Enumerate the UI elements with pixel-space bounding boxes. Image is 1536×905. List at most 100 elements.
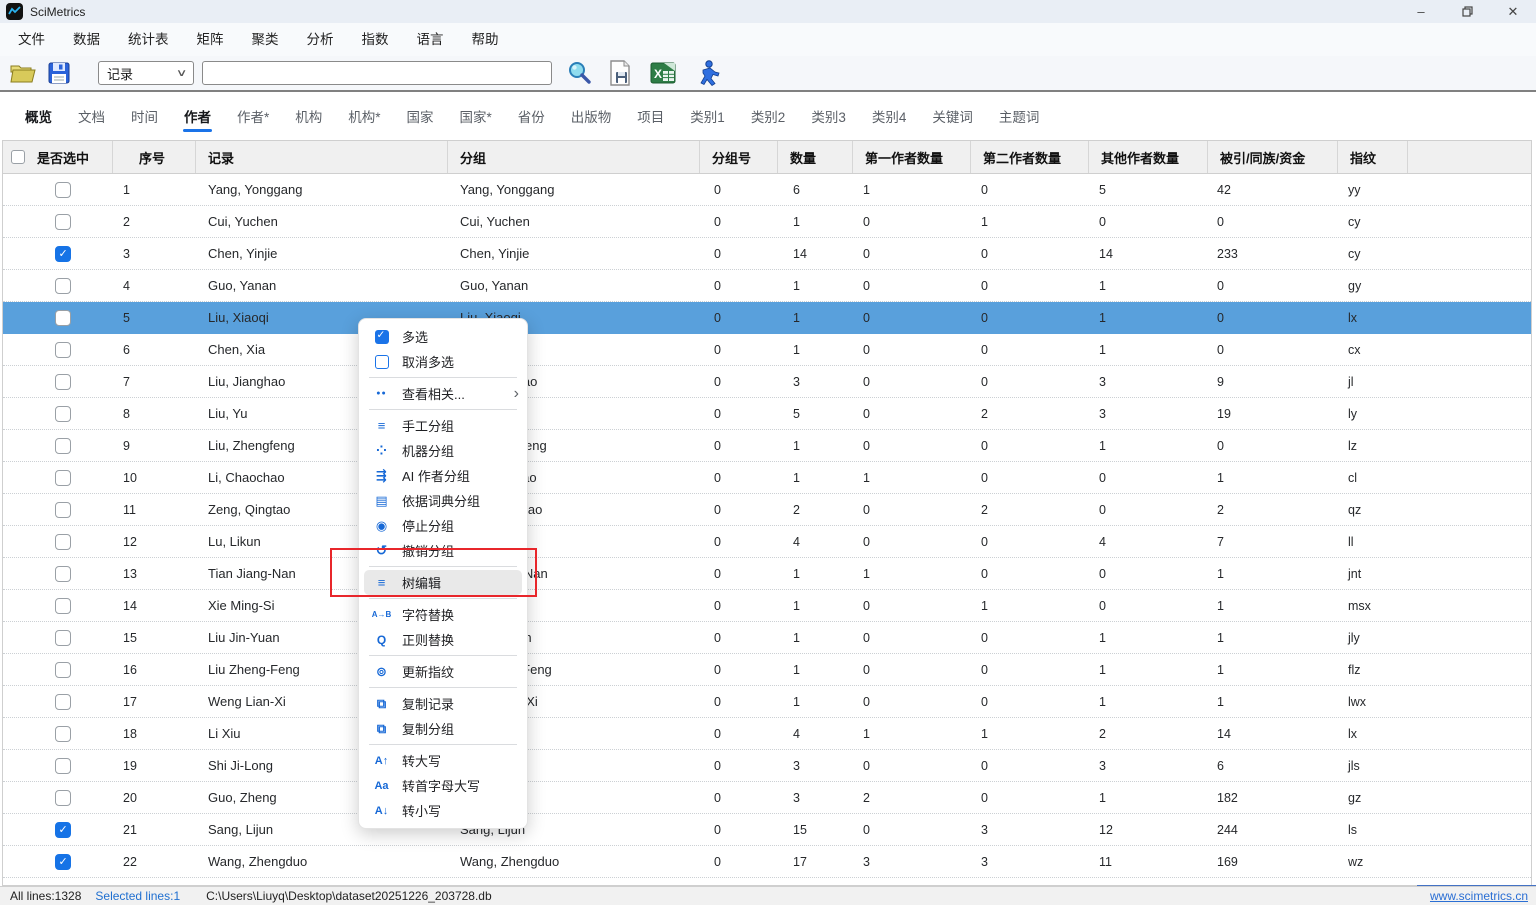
context-menu-item-to-uppercase[interactable]: A↑ 转大写 [359, 748, 527, 773]
table-row[interactable]: 6 Chen, Xia Chen, Xia 0 1 0 0 1 0 cx [3, 334, 1531, 366]
context-menu-item-manual-group[interactable]: ≡ 手工分组 [359, 413, 527, 438]
tab-国家*[interactable]: 国家* [447, 92, 505, 140]
tab-国家[interactable]: 国家 [394, 92, 447, 140]
table-row[interactable]: 13 Tian Jiang-Nan Tian Jiang-Nan 0 1 1 0… [3, 558, 1531, 590]
menubar-item[interactable]: 帮助 [458, 23, 513, 56]
search-input[interactable] [202, 61, 552, 85]
table-row[interactable]: 2 Cui, Yuchen Cui, Yuchen 0 1 0 1 0 0 cy [3, 206, 1531, 238]
tab-文档[interactable]: 文档 [65, 92, 118, 140]
table-row[interactable]: 10 Li, Chaochao Li, Chaochao 0 1 1 0 0 1… [3, 462, 1531, 494]
row-checkbox[interactable] [55, 214, 71, 230]
context-menu-item-copy-group[interactable]: ⧉ 复制分组 [359, 716, 527, 741]
row-checkbox[interactable] [55, 502, 71, 518]
open-folder-icon[interactable] [10, 62, 36, 84]
row-checkbox[interactable] [55, 374, 71, 390]
table-row[interactable]: 21 Sang, Lijun Sang, Lijun 0 15 0 3 12 2… [3, 814, 1531, 846]
row-checkbox[interactable] [55, 790, 71, 806]
table-row[interactable]: 18 Li Xiu Li Xiu 0 4 1 1 2 14 lx [3, 718, 1531, 750]
table-row[interactable]: 5 Liu, Xiaoqi Liu, Xiaoqi 0 1 0 0 1 0 lx [3, 302, 1531, 334]
row-checkbox[interactable] [55, 438, 71, 454]
row-checkbox[interactable] [55, 278, 71, 294]
tab-机构*[interactable]: 机构* [335, 92, 393, 140]
save-record-icon[interactable] [608, 60, 632, 86]
row-checkbox[interactable] [55, 630, 71, 646]
minimize-button[interactable]: – [1398, 0, 1444, 23]
row-checkbox[interactable] [55, 598, 71, 614]
row-checkbox[interactable] [55, 406, 71, 422]
select-all-checkbox[interactable] [11, 150, 25, 164]
table-row[interactable]: 15 Liu Jin-Yuan Liu Jin-Yuan 0 1 0 0 1 1… [3, 622, 1531, 654]
menubar-item[interactable]: 指数 [348, 23, 403, 56]
row-checkbox[interactable] [55, 534, 71, 550]
table-row[interactable]: 16 Liu Zheng-Feng Liu Zheng-Feng 0 1 0 0… [3, 654, 1531, 686]
table-row[interactable]: 3 Chen, Yinjie Chen, Yinjie 0 14 0 0 14 … [3, 238, 1531, 270]
context-menu-item-char-replace[interactable]: A→B 字符替换 [359, 602, 527, 627]
menubar-item[interactable]: 数据 [59, 23, 114, 56]
table-row[interactable]: 4 Guo, Yanan Guo, Yanan 0 1 0 0 1 0 gy [3, 270, 1531, 302]
table-row[interactable]: 8 Liu, Yu Liu, Yu 0 5 0 2 3 19 ly [3, 398, 1531, 430]
menubar-item[interactable]: 聚类 [238, 23, 293, 56]
tab-省份[interactable]: 省份 [505, 92, 558, 140]
run-icon[interactable] [696, 60, 720, 86]
tab-关键词[interactable]: 关键词 [919, 92, 986, 140]
table-row[interactable]: 20 Guo, Zheng Guo, Zheng 0 3 2 0 1 182 g… [3, 782, 1531, 814]
context-menu-item-capitalize[interactable]: Aa 转首字母大写 [359, 773, 527, 798]
tab-类别2[interactable]: 类别2 [738, 92, 799, 140]
table-row[interactable]: 19 Shi Ji-Long Shi Ji-Long 0 3 0 0 3 6 j… [3, 750, 1531, 782]
search-icon[interactable] [566, 60, 592, 86]
row-checkbox[interactable] [55, 758, 71, 774]
table-row[interactable]: 17 Weng Lian-Xi Weng Lian-Xi 0 1 0 0 1 1… [3, 686, 1531, 718]
context-menu-item-to-lowercase[interactable]: A↓ 转小写 [359, 798, 527, 823]
context-menu-item-regex-replace[interactable]: Q 正则替换 [359, 627, 527, 652]
context-menu-item-cancel-multi-select[interactable]: 取消多选 [359, 349, 527, 374]
website-link[interactable]: www.scimetrics.cn [1430, 889, 1528, 903]
tab-主题词[interactable]: 主题词 [986, 92, 1053, 140]
close-button[interactable]: ✕ [1490, 0, 1536, 23]
tab-项目[interactable]: 项目 [624, 92, 677, 140]
table-row[interactable]: 9 Liu, Zhengfeng Liu, Zhengfeng 0 1 0 0 … [3, 430, 1531, 462]
record-type-combobox[interactable]: 记录 ∨ [98, 61, 194, 85]
tab-时间[interactable]: 时间 [118, 92, 171, 140]
context-menu-item-tree-edit[interactable]: ≡ 树编辑 [364, 570, 522, 595]
menubar-item[interactable]: 分析 [293, 23, 348, 56]
row-checkbox[interactable] [55, 566, 71, 582]
tab-类别4[interactable]: 类别4 [859, 92, 920, 140]
row-checkbox[interactable] [55, 822, 71, 838]
save-icon[interactable] [48, 62, 70, 84]
row-checkbox[interactable] [55, 182, 71, 198]
table-row[interactable]: 14 Xie Ming-Si Xie Ming-Si 0 1 0 1 0 1 m… [3, 590, 1531, 622]
menubar-item[interactable]: 语言 [403, 23, 458, 56]
restore-button[interactable] [1444, 0, 1490, 23]
tab-类别1[interactable]: 类别1 [677, 92, 738, 140]
row-checkbox[interactable] [55, 854, 71, 870]
table-row[interactable]: 22 Wang, Zhengduo Wang, Zhengduo 0 17 3 … [3, 846, 1531, 878]
table-row[interactable]: 7 Liu, Jianghao Liu, Jianghao 0 3 0 0 3 … [3, 366, 1531, 398]
table-row[interactable]: 12 Lu, Likun Lu, Likun 0 4 0 0 4 7 ll [3, 526, 1531, 558]
tab-机构[interactable]: 机构 [282, 92, 335, 140]
row-checkbox[interactable] [55, 342, 71, 358]
context-menu-item-copy-record[interactable]: ⧉ 复制记录 [359, 691, 527, 716]
tab-出版物[interactable]: 出版物 [558, 92, 625, 140]
row-checkbox[interactable] [55, 662, 71, 678]
context-menu-item-stop-group[interactable]: ◉ 停止分组 [359, 513, 527, 538]
tab-作者[interactable]: 作者 [171, 92, 224, 140]
context-menu-item-machine-group[interactable]: ⁘ 机器分组 [359, 438, 527, 463]
context-menu-item-ai-author-group[interactable]: ⇶ AI 作者分组 [359, 463, 527, 488]
menubar-item[interactable]: 矩阵 [183, 23, 238, 56]
tab-概览[interactable]: 概览 [12, 92, 65, 140]
export-excel-icon[interactable]: X [650, 61, 676, 85]
menubar-item[interactable]: 统计表 [114, 23, 183, 56]
context-menu-item-view-related[interactable]: ●● 查看相关... › [359, 381, 527, 406]
context-menu-item-update-fingerprint[interactable]: ⊚ 更新指纹 [359, 659, 527, 684]
table-row[interactable]: 11 Zeng, Qingtao Zeng, Qingtao 0 2 0 2 0… [3, 494, 1531, 526]
row-checkbox[interactable] [55, 694, 71, 710]
context-menu-item-dictionary-group[interactable]: ▤ 依据词典分组 [359, 488, 527, 513]
menubar-item[interactable]: 文件 [4, 23, 59, 56]
context-menu-item-multi-select[interactable]: 多选 [359, 324, 527, 349]
row-checkbox[interactable] [55, 246, 71, 262]
row-checkbox[interactable] [55, 310, 71, 326]
row-checkbox[interactable] [55, 726, 71, 742]
tab-类别3[interactable]: 类别3 [798, 92, 859, 140]
table-row[interactable]: 1 Yang, Yonggang Yang, Yonggang 0 6 1 0 … [3, 174, 1531, 206]
tab-作者*[interactable]: 作者* [224, 92, 282, 140]
